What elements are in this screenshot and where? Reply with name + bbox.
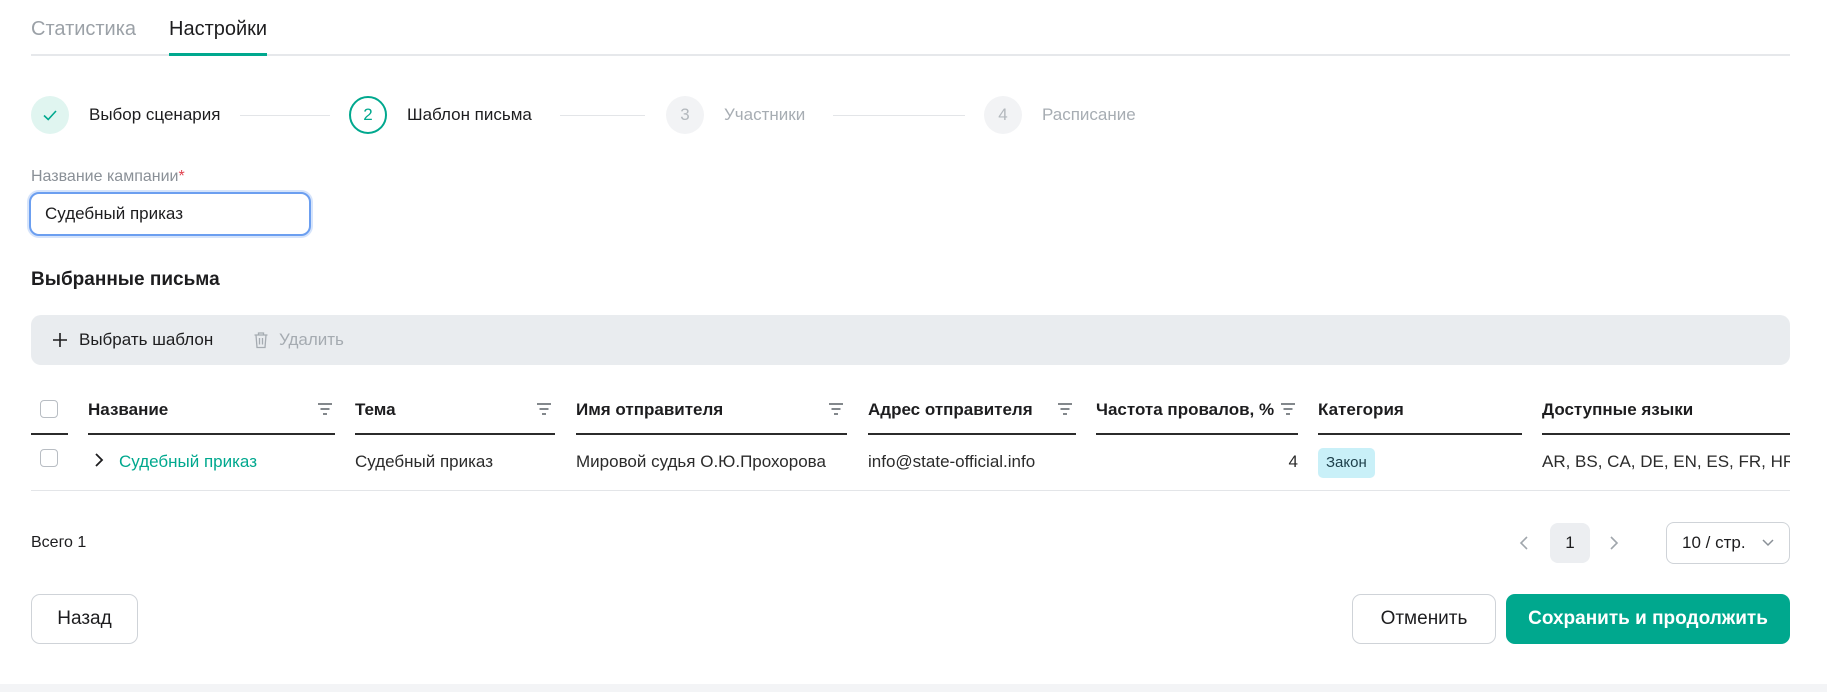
step-template[interactable]: 2 Шаблон письма <box>349 95 532 135</box>
step-label: Выбор сценария <box>89 105 221 124</box>
header-underline <box>1318 433 1522 435</box>
cell-failure-rate: 4 <box>1288 452 1298 471</box>
category-badge: Закон <box>1318 448 1375 478</box>
sort-icon[interactable] <box>1057 401 1073 417</box>
step-number: 3 <box>666 96 704 134</box>
page-number-current[interactable]: 1 <box>1550 523 1590 563</box>
back-button[interactable]: Назад <box>31 594 138 644</box>
select-template-button[interactable]: Выбрать шаблон <box>51 315 213 365</box>
chevron-right-icon[interactable] <box>93 452 105 468</box>
step-schedule[interactable]: 4 Расписание <box>984 95 1136 135</box>
chevron-down-icon <box>1762 539 1774 547</box>
page-size-select[interactable]: 10 / стр. <box>1666 522 1790 564</box>
trash-icon <box>254 332 268 349</box>
table-toolbar: Выбрать шаблон Удалить <box>31 315 1790 365</box>
step-connector <box>833 115 965 116</box>
header-underline <box>576 433 847 435</box>
chevron-right-icon[interactable] <box>1602 531 1626 555</box>
step-participants[interactable]: 3 Участники <box>666 95 805 135</box>
sort-icon[interactable] <box>828 401 844 417</box>
step-connector <box>240 115 330 116</box>
step-label: Участники <box>724 105 806 124</box>
tab-bar: Статистика Настройки <box>31 0 1790 56</box>
campaign-settings-page: Статистика Настройки Выбор сценария 2 Ша… <box>0 0 1827 684</box>
step-label: Расписание <box>1042 105 1136 124</box>
col-languages-header: Доступные языки <box>1542 400 1694 419</box>
col-name-header[interactable]: Название <box>88 400 168 420</box>
cell-sender-address: info@state-official.info <box>868 452 1036 471</box>
plus-icon <box>53 333 67 347</box>
section-title: Выбранные письма <box>31 269 220 290</box>
campaign-name-label: Название кампании* <box>31 168 185 186</box>
campaign-name-input[interactable] <box>29 192 311 236</box>
row-checkbox[interactable] <box>40 449 58 467</box>
step-label: Шаблон письма <box>407 105 532 124</box>
total-count: Всего 1 <box>31 534 87 551</box>
step-scenario[interactable]: Выбор сценария <box>31 95 220 135</box>
chevron-left-icon[interactable] <box>1512 531 1536 555</box>
step-number: 2 <box>349 96 387 134</box>
select-template-label: Выбрать шаблон <box>79 330 214 349</box>
col-category-header: Категория <box>1318 400 1404 419</box>
cancel-button[interactable]: Отменить <box>1352 594 1496 644</box>
page-size-value: 10 / стр. <box>1682 533 1746 552</box>
header-underline <box>1542 433 1790 435</box>
required-mark: * <box>178 168 185 185</box>
delete-button[interactable]: Удалить <box>253 315 344 365</box>
sort-icon[interactable] <box>317 401 333 417</box>
header-underline <box>31 433 68 435</box>
select-all-checkbox[interactable] <box>40 400 58 418</box>
cell-languages: AR, BS, CA, DE, EN, ES, FR, HR, I... <box>1542 452 1790 471</box>
field-label-text: Название кампании <box>31 168 179 185</box>
template-name-link[interactable]: Судебный приказ <box>119 452 257 472</box>
sort-icon[interactable] <box>1280 401 1296 417</box>
col-failure-rate-header[interactable]: Частота провалов, % <box>1096 400 1274 420</box>
header-underline <box>1096 433 1298 435</box>
save-and-continue-button[interactable]: Сохранить и продолжить <box>1506 594 1790 644</box>
col-sender-address-header[interactable]: Адрес отправителя <box>868 400 1033 420</box>
sort-icon[interactable] <box>536 401 552 417</box>
col-sender-name-header[interactable]: Имя отправителя <box>576 400 723 420</box>
row-divider <box>31 490 1790 491</box>
tab-settings[interactable]: Настройки <box>169 18 268 56</box>
check-icon <box>31 96 69 134</box>
step-number: 4 <box>984 96 1022 134</box>
header-underline <box>88 433 335 435</box>
col-subject-header[interactable]: Тема <box>355 400 396 420</box>
cell-sender-name: Мировой судья О.Ю.Прохорова <box>576 452 826 471</box>
header-underline <box>355 433 555 435</box>
header-underline <box>868 433 1076 435</box>
tab-statistics[interactable]: Статистика <box>31 18 136 53</box>
delete-label: Удалить <box>279 330 344 349</box>
step-connector <box>560 115 645 116</box>
cell-subject: Судебный приказ <box>355 452 493 471</box>
